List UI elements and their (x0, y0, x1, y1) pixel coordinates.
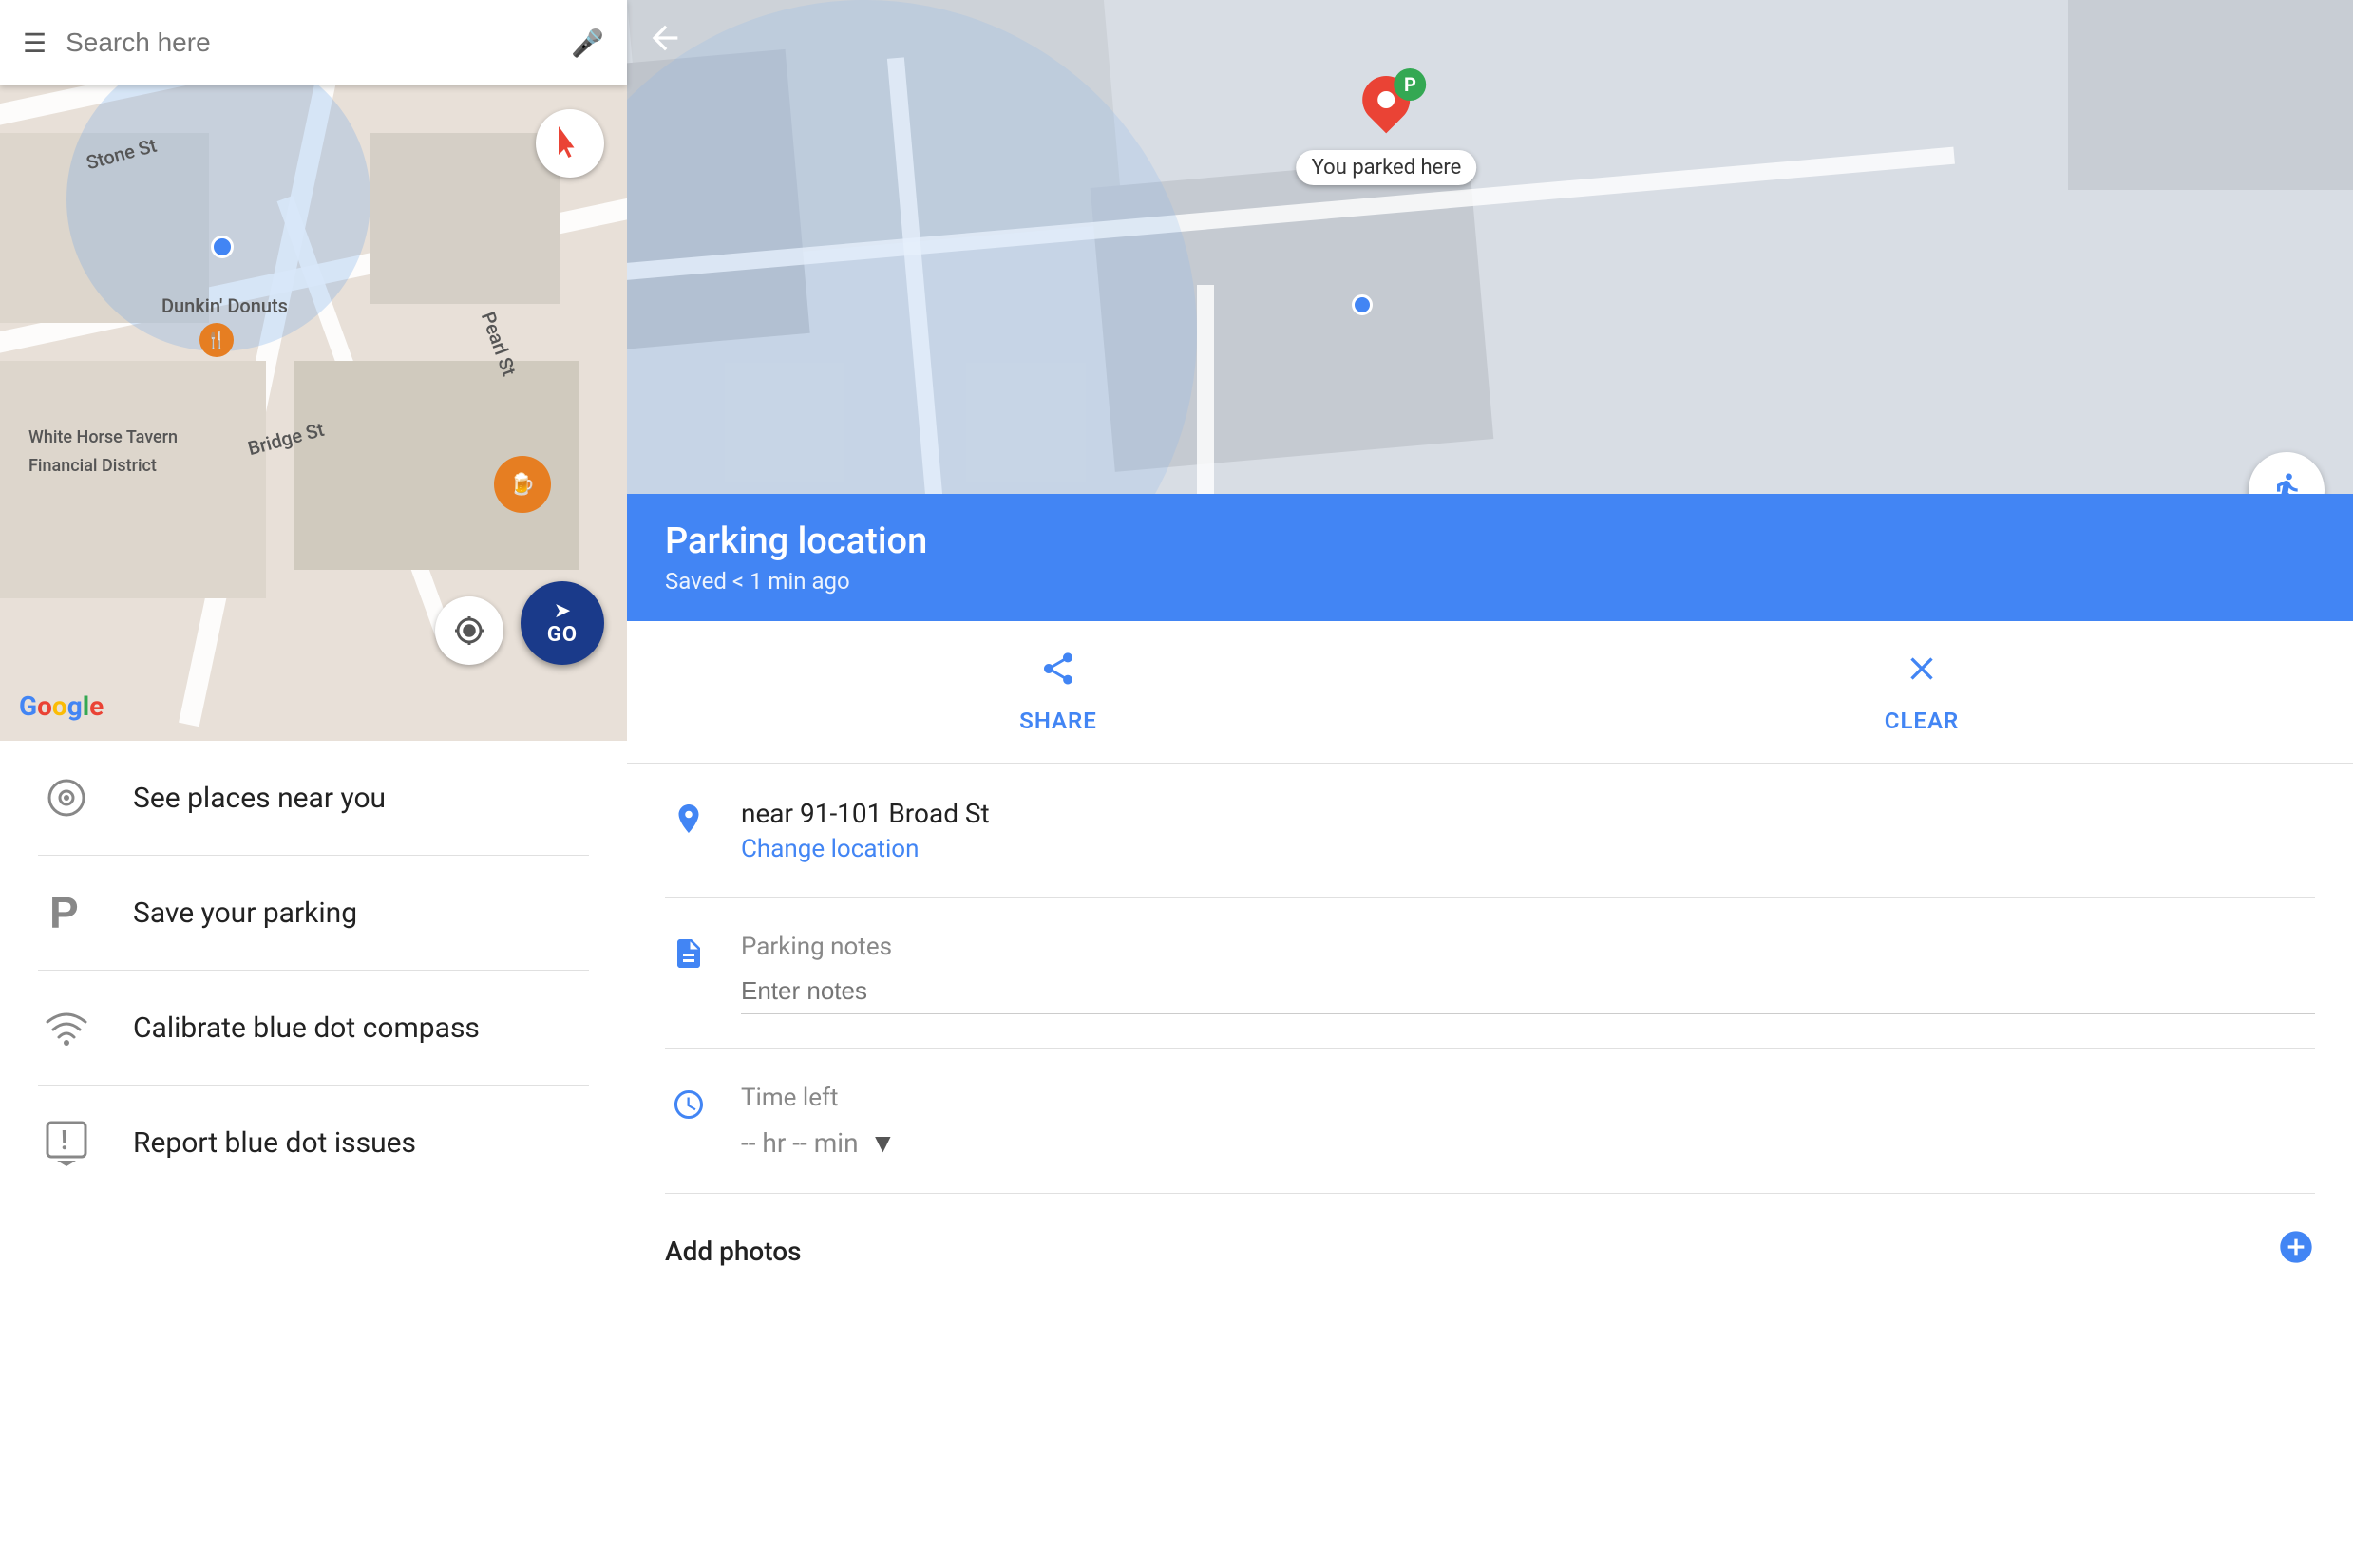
location-center-button[interactable] (435, 596, 503, 665)
svg-text:P: P (49, 890, 79, 935)
location-pin-icon (665, 798, 712, 845)
menu-item-calibrate[interactable]: Calibrate blue dot compass (38, 999, 589, 1056)
menu-item-places-near[interactable]: See places near you (38, 769, 589, 826)
time-content: Time left -- hr -- min ▼ (741, 1084, 2315, 1159)
parked-here-label: You parked here (1297, 150, 1477, 185)
address-text: near 91-101 Broad St (741, 798, 2315, 829)
bar-icon: 🍺 (494, 456, 551, 513)
parking-subtitle: Saved < 1 min ago (665, 568, 2315, 595)
time-value: -- hr -- min (741, 1127, 859, 1159)
time-label: Time left (741, 1084, 2315, 1112)
time-left-row: Time left -- hr -- min ▼ (665, 1049, 2315, 1194)
change-location-link[interactable]: Change location (741, 835, 2315, 863)
go-button[interactable]: ➤ GO (521, 581, 604, 665)
parking-p-icon: P (38, 884, 95, 941)
share-icon (1039, 650, 1077, 696)
parking-pin: P You parked here (1297, 76, 1477, 185)
menu-item-label-parking: Save your parking (133, 897, 357, 930)
parking-notes-row: Parking notes (665, 898, 2315, 1049)
right-panel: P You parked here Parking location Saved… (627, 0, 2353, 1568)
menu-item-report[interactable]: ! Report blue dot issues (38, 1114, 589, 1171)
svg-text:!: ! (61, 1124, 68, 1156)
address-content: near 91-101 Broad St Change location (741, 798, 2315, 863)
circle-dot-icon (38, 769, 95, 826)
right-map: P You parked here (627, 0, 2353, 494)
parking-header: Parking location Saved < 1 min ago (627, 494, 2353, 621)
map-area: Stone St Pearl St Bridge St White Horse … (0, 0, 627, 741)
clear-icon (1903, 650, 1941, 696)
time-selector[interactable]: -- hr -- min ▼ (741, 1127, 2315, 1159)
map-label-white-horse: White Horse Tavern (28, 427, 178, 447)
map-label-financial: Financial District (28, 456, 157, 476)
menu-icon[interactable]: ☰ (23, 28, 47, 59)
add-photos-label: Add photos (665, 1236, 802, 1267)
google-logo: Google (19, 690, 104, 722)
clear-button[interactable]: CLEAR (1490, 621, 2353, 763)
time-dropdown-arrow[interactable]: ▼ (870, 1127, 897, 1159)
share-button[interactable]: SHARE (627, 621, 1490, 763)
menu-item-label-calibrate: Calibrate blue dot compass (133, 1011, 480, 1045)
left-panel: ☰ 🎤 Stone St P (0, 0, 627, 1568)
bottom-menu: See places near you P Save your parking (0, 741, 627, 1568)
map-label-dunkin: Dunkin' Donuts (161, 294, 288, 317)
clock-icon (665, 1084, 712, 1131)
parking-title: Parking location (665, 520, 2315, 562)
user-location-dot (211, 236, 234, 258)
mic-icon[interactable]: 🎤 (571, 28, 604, 59)
details-section: near 91-101 Broad St Change location Par… (627, 764, 2353, 1194)
notes-label: Parking notes (741, 933, 2315, 961)
exclamation-icon: ! (38, 1114, 95, 1171)
share-label: SHARE (1019, 708, 1097, 734)
clear-label: CLEAR (1885, 708, 1959, 734)
address-row: near 91-101 Broad St Change location (665, 764, 2315, 898)
dunkin-icon: 🍴 (199, 323, 234, 357)
menu-item-save-parking[interactable]: P Save your parking (38, 884, 589, 941)
menu-item-label-places: See places near you (133, 782, 386, 815)
add-photos-icon[interactable] (2277, 1228, 2315, 1275)
notes-content: Parking notes (741, 933, 2315, 1014)
back-button[interactable] (646, 19, 684, 66)
action-row: SHARE CLEAR (627, 621, 2353, 764)
menu-item-label-report: Report blue dot issues (133, 1126, 416, 1160)
notes-icon (665, 933, 712, 980)
cursor-button[interactable] (536, 109, 604, 178)
add-photos-row[interactable]: Add photos (627, 1194, 2353, 1309)
user-dot-right (1352, 294, 1373, 315)
wifi-icon (38, 999, 95, 1056)
search-input[interactable] (66, 28, 552, 58)
search-bar: ☰ 🎤 (0, 0, 627, 85)
notes-input[interactable] (741, 976, 2315, 1014)
